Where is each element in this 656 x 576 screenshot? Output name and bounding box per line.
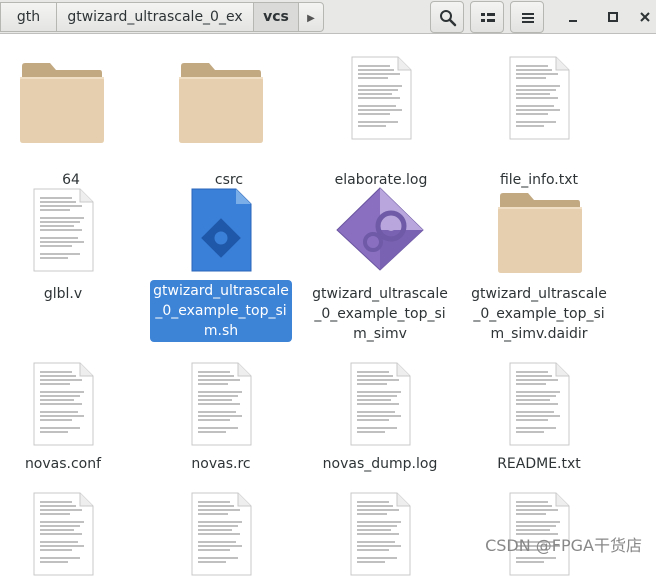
file-label: glbl.v <box>43 286 83 302</box>
shell-script-icon <box>191 188 252 272</box>
view-options-button[interactable] <box>470 1 504 33</box>
maximize-icon <box>608 12 618 22</box>
file-label: file_info.txt <box>499 172 579 188</box>
text-file-icon <box>32 362 94 446</box>
text-file-icon <box>32 492 94 576</box>
breadcrumb-gtwizard[interactable]: gtwizard_ultrascale_0_ex <box>56 2 254 32</box>
menu-button[interactable] <box>510 1 544 33</box>
search-button[interactable] <box>430 1 464 33</box>
text-file-icon <box>508 56 570 140</box>
text-file-icon <box>350 56 412 140</box>
chevron-right-icon: ▶ <box>307 13 315 24</box>
file-label: README.txt <box>497 456 581 472</box>
close-icon <box>640 12 650 22</box>
file-label: gtwizard_ultrascale_0_example_top_sim_si… <box>312 286 448 342</box>
search-icon <box>440 10 457 27</box>
watermark-text: CSDN @FPGA干货店 <box>485 536 642 555</box>
close-button[interactable] <box>634 6 656 28</box>
file-label-selected: gtwizard_ultrascale_0_example_top_sim.sh <box>150 280 292 342</box>
text-file-icon <box>349 492 411 576</box>
text-file-icon <box>349 362 411 446</box>
text-file-icon <box>190 492 252 576</box>
minimize-icon <box>569 20 577 22</box>
breadcrumb-vcs[interactable]: vcs <box>253 2 299 32</box>
breadcrumb-forward-button[interactable]: ▶ <box>298 2 324 32</box>
file-label: novas.conf <box>24 456 102 472</box>
folder-icon <box>498 190 582 274</box>
breadcrumb-gth[interactable]: gth <box>0 2 57 32</box>
text-file-icon <box>508 362 570 446</box>
file-grid: 64 csrc elaborate.log file_info.txt glbl… <box>0 34 656 564</box>
minimize-button[interactable] <box>562 6 584 28</box>
file-label: novas_dump.log <box>322 456 438 472</box>
file-label: novas.rc <box>191 456 251 472</box>
file-label: csrc <box>214 172 244 188</box>
file-label: gtwizard_ultrascale_0_example_top_sim_si… <box>471 286 607 342</box>
text-file-icon <box>190 362 252 446</box>
header-bar: gth gtwizard_ultrascale_0_ex vcs ▶ <box>0 0 656 34</box>
folder-icon <box>179 60 263 144</box>
maximize-button[interactable] <box>602 6 624 28</box>
view-options-icon <box>481 13 495 22</box>
executable-icon <box>336 187 424 271</box>
hamburger-menu-icon <box>522 13 534 23</box>
text-file-icon <box>32 188 94 272</box>
folder-icon <box>20 60 104 144</box>
file-label: 64 <box>62 172 80 188</box>
